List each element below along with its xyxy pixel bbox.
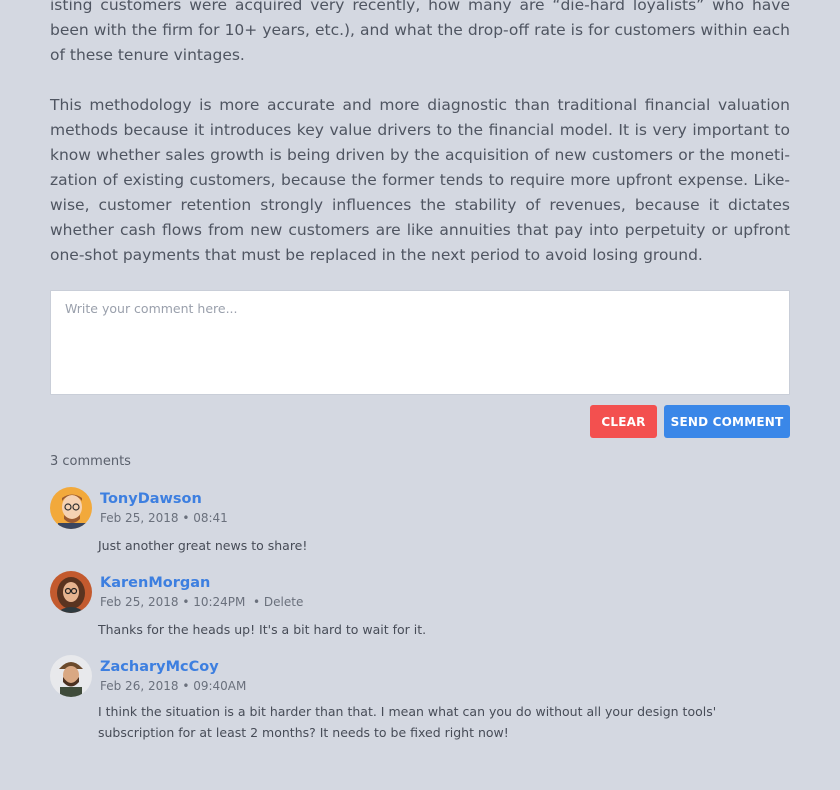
comment-text: I think the situation is a bit harder th…: [98, 704, 717, 740]
delete-comment-link[interactable]: • Delete: [253, 595, 303, 609]
comment-date: Feb 25, 2018 • 08:41: [100, 511, 228, 525]
comment-author[interactable]: ZacharyMcCoy: [100, 659, 219, 675]
comment-timestamp: Feb 25, 2018 • 10:24PM • Delete: [100, 595, 303, 609]
comment-input-box[interactable]: [50, 290, 790, 395]
comment-date: Feb 25, 2018 • 10:24PM: [100, 595, 246, 609]
comment-date: Feb 26, 2018 • 09:40AM: [100, 679, 247, 693]
comment-text: Just another great news to share!: [98, 538, 308, 553]
clear-button[interactable]: CLEAR: [590, 405, 657, 438]
comment-timestamp: Feb 26, 2018 • 09:40AM: [100, 679, 246, 693]
article-paragraph: This methodology is more accurate and mo…: [50, 96, 790, 264]
avatar-tony-icon: [50, 487, 92, 529]
avatar[interactable]: [50, 655, 92, 697]
avatar-karen-icon: [50, 571, 92, 613]
article-paragraph: isting customers were acquired very rece…: [50, 0, 790, 64]
comment-author[interactable]: TonyDawson: [100, 491, 202, 507]
comment-author[interactable]: KarenMorgan: [100, 575, 210, 591]
send-comment-button[interactable]: SEND COMMENT: [664, 405, 790, 438]
avatar[interactable]: [50, 571, 92, 613]
comment-timestamp: Feb 25, 2018 • 08:41: [100, 511, 228, 525]
avatar[interactable]: [50, 487, 92, 529]
comment-input[interactable]: [51, 291, 789, 394]
article-text: isting customers were acquired very rece…: [50, 0, 790, 293]
comments-count: 3 comments: [50, 454, 131, 469]
avatar-zachary-icon: [50, 655, 92, 697]
comment-text: Thanks for the heads up! It's a bit hard…: [98, 622, 427, 637]
